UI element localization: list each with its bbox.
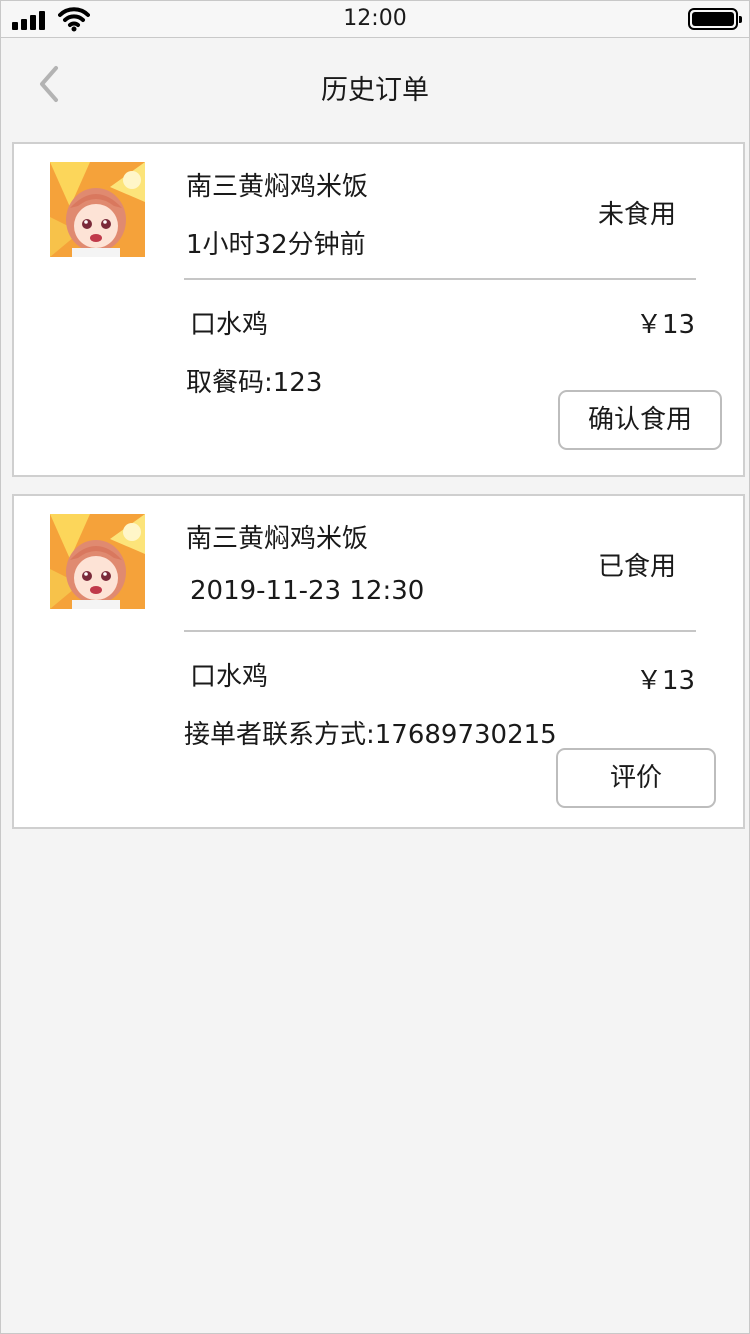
order-status: 未食用 — [598, 200, 677, 230]
battery-icon — [688, 8, 742, 30]
status-bar: 12:00 — [0, 0, 750, 38]
order-thumbnail — [50, 162, 145, 257]
review-button[interactable]: 评价 — [556, 748, 716, 808]
item-name: 口水鸡 — [190, 662, 269, 692]
order-time: 1小时32分钟前 — [186, 230, 366, 260]
divider — [184, 278, 696, 280]
item-price: ￥13 — [636, 310, 696, 340]
order-time: 2019-11-23 12:30 — [190, 576, 425, 606]
page-title: 历史订单 — [321, 75, 429, 106]
nav-bar: 历史订单 — [0, 38, 750, 130]
order-status: 已食用 — [598, 552, 677, 582]
pickup-code: 取餐码:123 — [186, 368, 323, 398]
shop-name: 南三黄焖鸡米饭 — [186, 524, 369, 554]
shop-name: 南三黄焖鸡米饭 — [186, 172, 369, 202]
order-thumbnail — [50, 514, 145, 609]
divider — [184, 630, 696, 632]
item-name: 口水鸡 — [190, 310, 269, 340]
order-card: 南三黄焖鸡米饭 1小时32分钟前 未食用 口水鸡 ￥13 取餐码:123 确认食… — [12, 142, 745, 477]
confirm-eaten-button[interactable]: 确认食用 — [558, 390, 722, 450]
courier-contact: 接单者联系方式:17689730215 — [184, 720, 557, 750]
order-card: 南三黄焖鸡米饭 2019-11-23 12:30 已食用 口水鸡 ￥13 接单者… — [12, 494, 745, 829]
status-time: 12:00 — [343, 6, 407, 31]
item-price: ￥13 — [636, 666, 696, 696]
